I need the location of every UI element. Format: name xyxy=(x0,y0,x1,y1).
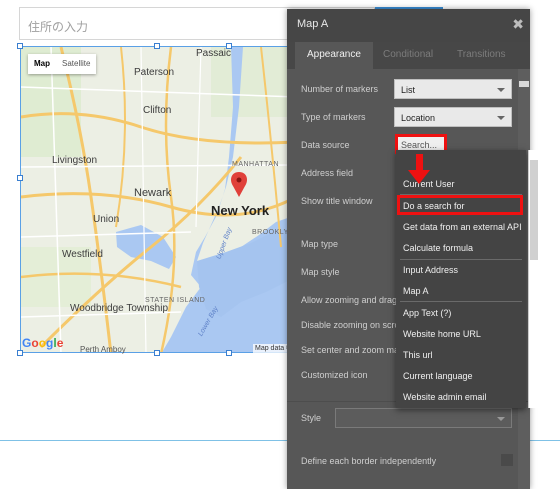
dropdown-item[interactable]: This url xyxy=(396,344,526,365)
property-label: Data source xyxy=(301,140,350,150)
resize-handle[interactable] xyxy=(17,350,23,356)
map-label: MANHATTAN xyxy=(232,161,280,168)
map-type-control[interactable]: Map Satellite xyxy=(28,54,97,74)
property-label: Map type xyxy=(301,239,339,249)
map-type-satellite-button[interactable]: Satellite xyxy=(56,54,96,74)
resize-handle[interactable] xyxy=(154,350,160,356)
map-label: Newark xyxy=(134,187,172,199)
resize-handle[interactable] xyxy=(226,350,232,356)
property-label: Show title window xyxy=(301,196,373,206)
resize-handle[interactable] xyxy=(17,43,23,49)
map-label: Woodbridge Township xyxy=(70,303,169,314)
map-type-map-button[interactable]: Map xyxy=(28,54,56,74)
select-value: List xyxy=(401,85,416,95)
property-label: Define each border independently xyxy=(301,456,437,466)
dropdown-item[interactable]: Website admin email xyxy=(396,386,526,407)
property-label: Allow zooming and drag xyxy=(301,295,398,305)
dropdown-item[interactable]: Map A xyxy=(396,280,526,301)
property-label: Disable zooming on scro xyxy=(301,320,400,330)
define-border-checkbox[interactable] xyxy=(501,454,513,466)
number-of-markers-select[interactable]: List xyxy=(394,79,512,99)
select-value: Location xyxy=(401,113,436,123)
map-label: Westfield xyxy=(62,249,103,260)
chevron-down-icon xyxy=(497,88,505,92)
property-label: Set center and zoom ma xyxy=(301,345,400,355)
property-label: Type of markers xyxy=(301,112,366,122)
map-label: Passaic xyxy=(196,48,232,59)
panel-tabs: Appearance Conditional Transitions xyxy=(287,42,530,69)
resize-handle[interactable] xyxy=(154,43,160,49)
map-label: Paterson xyxy=(134,67,175,78)
property-label: Address field xyxy=(301,168,354,178)
map-label: Union xyxy=(93,214,120,225)
tab-conditional[interactable]: Conditional xyxy=(371,42,445,69)
map-label: Livingston xyxy=(52,155,98,166)
panel-scrollbar-thumb[interactable] xyxy=(519,81,529,87)
style-select[interactable] xyxy=(335,408,512,428)
dropdown-item[interactable]: Calculate formula xyxy=(396,237,526,258)
panel-title: Map A xyxy=(297,18,329,30)
property-label: Customized icon xyxy=(301,370,368,380)
property-label: Number of markers xyxy=(301,84,379,94)
annotation-highlight-box xyxy=(397,195,523,215)
chevron-down-icon xyxy=(497,116,505,120)
editor-canvas: 住所の入力 Map Satellite Passaic Paterson Cli… xyxy=(0,0,560,489)
type-of-markers-select[interactable]: Location xyxy=(394,107,512,127)
panel-header: Map A ✖ xyxy=(287,9,530,42)
chevron-down-icon xyxy=(497,417,505,421)
data-source-dropdown: Current User Do a search for Get data fr… xyxy=(396,150,526,408)
close-icon[interactable]: ✖ xyxy=(512,16,524,33)
annotation-arrow-head xyxy=(408,170,430,184)
dropdown-item[interactable]: Get data from an external API xyxy=(396,216,526,237)
dropdown-item[interactable]: Website home URL xyxy=(396,323,526,344)
dropdown-scrollbar-thumb[interactable] xyxy=(530,160,538,260)
map-label: Clifton xyxy=(143,105,172,116)
map-label: Perth Amboy xyxy=(80,345,126,354)
property-label: Style xyxy=(301,413,322,423)
dropdown-item[interactable]: Input Address xyxy=(396,259,526,280)
resize-handle[interactable] xyxy=(17,175,23,181)
tab-appearance[interactable]: Appearance xyxy=(295,42,373,69)
dropdown-item[interactable]: Current language xyxy=(396,365,526,386)
google-logo: Google xyxy=(22,336,64,350)
property-label: Map style xyxy=(301,267,340,277)
tab-transitions[interactable]: Transitions xyxy=(445,42,518,69)
map-label-new-york: New York xyxy=(211,203,270,218)
dropdown-item[interactable]: App Text (?) xyxy=(396,302,526,323)
